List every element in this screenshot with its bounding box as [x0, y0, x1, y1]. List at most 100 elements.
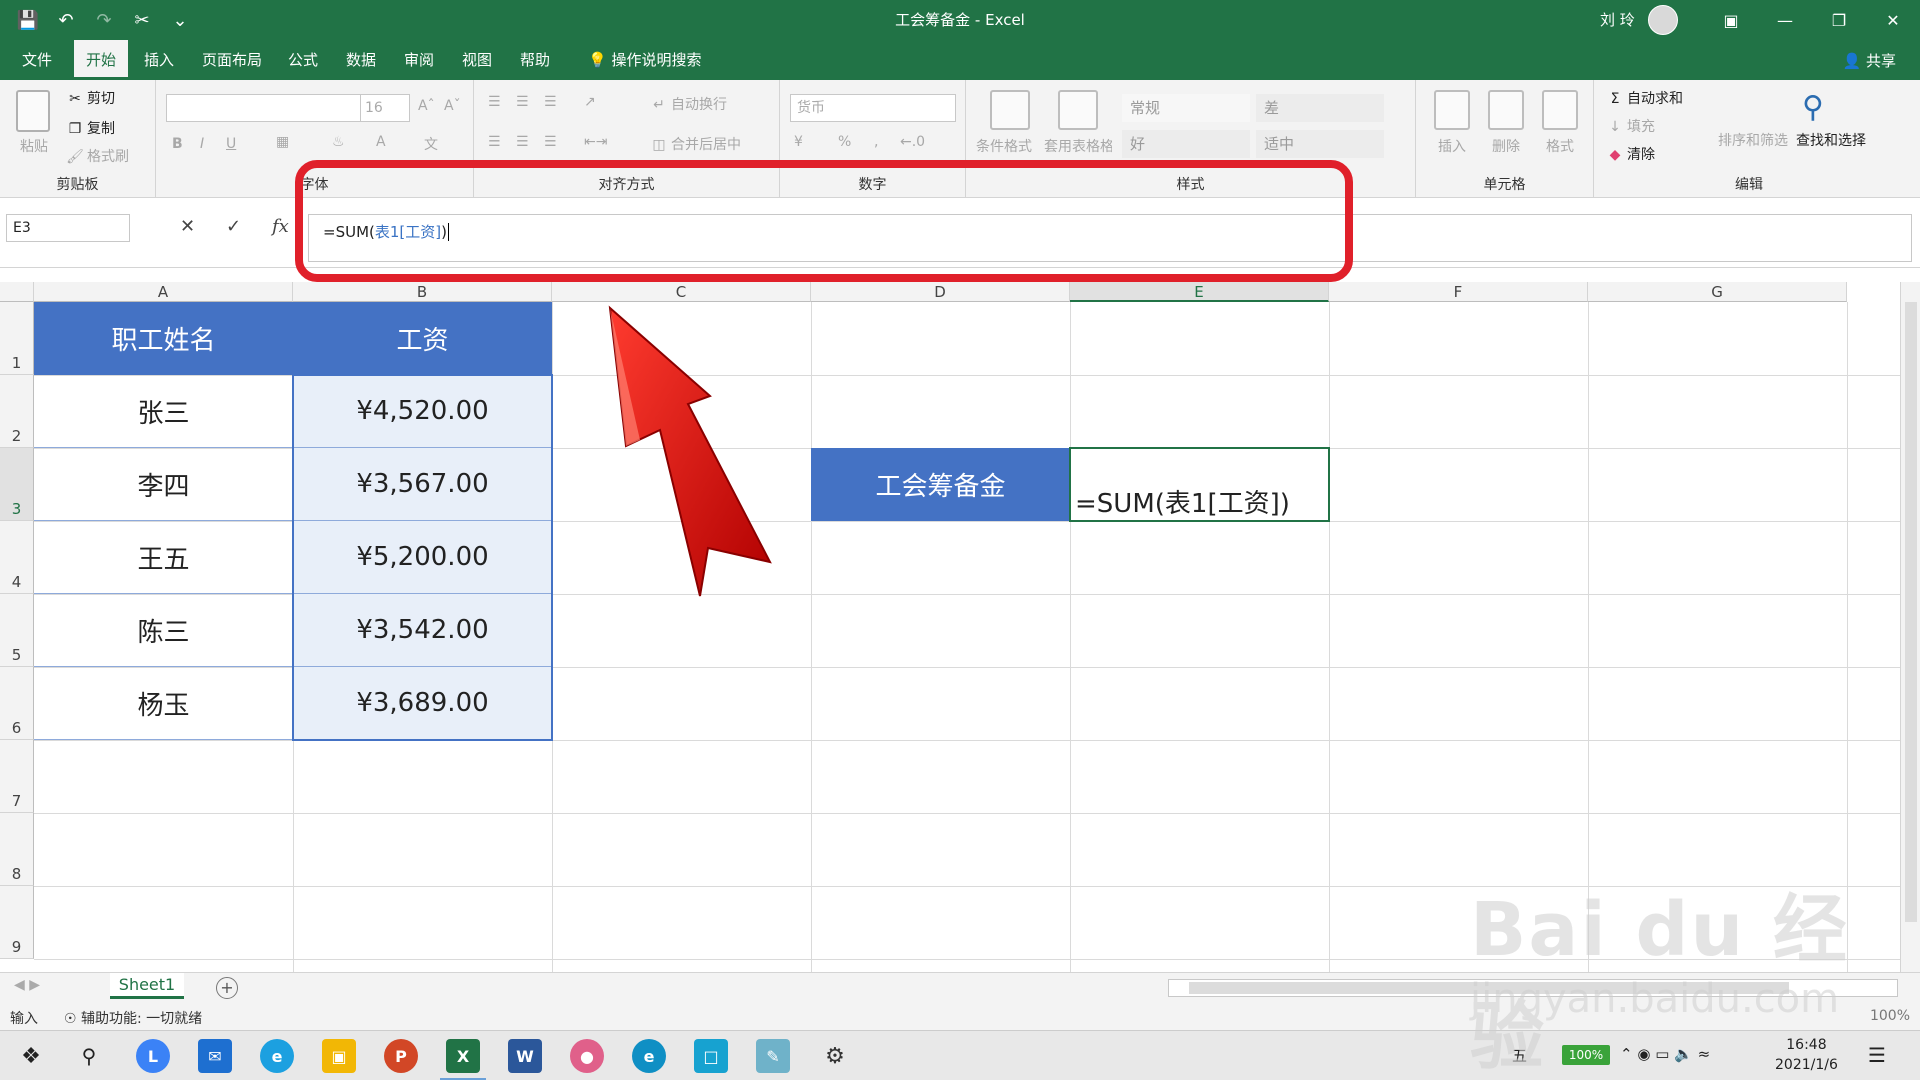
mail-icon[interactable]: ✉ — [198, 1039, 232, 1073]
column-header-b[interactable]: B — [293, 282, 552, 302]
table-header-salary[interactable]: 工资 — [293, 302, 552, 375]
row-header-5[interactable]: 5 — [0, 594, 34, 667]
tab-file[interactable]: 文件 — [10, 40, 64, 80]
ribbon-display-icon[interactable]: ▣ — [1704, 0, 1758, 40]
label-cell-d3[interactable]: 工会筹备金 — [811, 448, 1070, 521]
align-center-icon[interactable]: ☰ — [516, 134, 529, 150]
table-cell-name[interactable]: 李四 — [34, 448, 293, 521]
format-painter-button[interactable]: 🖌 格式刷 — [66, 146, 129, 166]
shrink-font-icon[interactable]: Aˇ — [444, 98, 461, 114]
borders-icon[interactable]: ▦ — [276, 134, 289, 150]
column-header-c[interactable]: C — [552, 282, 811, 302]
row-header-7[interactable]: 7 — [0, 740, 34, 813]
copy-button[interactable]: ❐ 复制 — [66, 118, 115, 138]
table-header-name[interactable]: 职工姓名 — [34, 302, 293, 375]
tab-help[interactable]: 帮助 — [508, 40, 562, 80]
column-header-a[interactable]: A — [34, 282, 293, 302]
align-middle-icon[interactable]: ☰ — [516, 94, 529, 110]
increase-decimal-icon[interactable]: ←.0 — [900, 134, 925, 150]
user-name[interactable]: 刘 玲 — [1600, 9, 1635, 30]
tab-insert[interactable]: 插入 — [132, 40, 186, 80]
font-size-box[interactable]: 16 — [360, 94, 410, 122]
number-format-box[interactable]: 货币 — [790, 94, 956, 122]
sheet-tab-sheet1[interactable]: Sheet1 — [110, 973, 184, 999]
enter-check-icon[interactable]: ✓ — [226, 216, 241, 237]
insert-cells-button[interactable]: 插入 — [1438, 136, 1466, 156]
tab-formulas[interactable]: 公式 — [276, 40, 330, 80]
drop-app-icon[interactable]: ● — [570, 1039, 604, 1073]
tab-view[interactable]: 视图 — [450, 40, 504, 80]
font-color-icon[interactable]: A — [376, 134, 386, 150]
settings-gear-icon[interactable]: ⚙ — [818, 1039, 852, 1073]
table-cell-name[interactable]: 陈三 — [34, 594, 293, 667]
cancel-icon[interactable]: ✕ — [180, 216, 195, 237]
align-bottom-icon[interactable]: ☰ — [544, 94, 557, 110]
percent-button[interactable]: % — [838, 134, 851, 150]
name-box[interactable]: E3 — [6, 214, 130, 242]
delete-cells-button[interactable]: 删除 — [1492, 136, 1520, 156]
sheet-nav-arrows[interactable]: ◀ ▶ — [14, 977, 40, 993]
table-cell-name[interactable]: 杨玉 — [34, 667, 293, 740]
fill-button[interactable]: ↓ 填充 — [1606, 116, 1655, 136]
select-all-corner[interactable] — [0, 282, 34, 302]
row-header-3[interactable]: 3 — [0, 448, 34, 521]
insert-function-icon[interactable]: fx — [272, 216, 289, 237]
align-top-icon[interactable]: ☰ — [488, 94, 501, 110]
column-header-d[interactable]: D — [811, 282, 1070, 302]
style-normal[interactable]: 常规 — [1122, 94, 1250, 122]
avatar[interactable] — [1648, 5, 1678, 35]
word-icon[interactable]: W — [508, 1039, 542, 1073]
file-explorer-icon[interactable]: ▣ — [322, 1039, 356, 1073]
notes-app-icon[interactable]: ✎ — [756, 1039, 790, 1073]
conditional-format-button[interactable]: 条件格式 — [976, 136, 1032, 156]
fill-color-icon[interactable]: ♨ — [332, 134, 345, 150]
row-header-1[interactable]: 1 — [0, 302, 34, 375]
app-icon-l[interactable]: L — [136, 1039, 170, 1073]
excel-icon[interactable]: X — [440, 1039, 486, 1080]
align-right-icon[interactable]: ☰ — [544, 134, 557, 150]
font-name-box[interactable] — [166, 94, 362, 122]
autosum-button[interactable]: Σ 自动求和 — [1606, 88, 1683, 108]
search-icon[interactable]: ⚲ — [72, 1039, 106, 1073]
underline-button[interactable]: U — [226, 136, 236, 152]
italic-button[interactable]: I — [200, 136, 204, 152]
orientation-icon[interactable]: ↗ — [584, 94, 596, 110]
row-header-9[interactable]: 9 — [0, 886, 34, 959]
merge-center-button[interactable]: ◫ 合并后居中 — [650, 134, 741, 154]
store-app-icon[interactable]: □ — [694, 1039, 728, 1073]
tell-me-search[interactable]: 💡 操作说明搜索 — [576, 40, 713, 80]
find-select-button[interactable]: 查找和选择 — [1796, 130, 1866, 150]
table-cell-name[interactable]: 张三 — [34, 375, 293, 448]
table-cell-name[interactable]: 王五 — [34, 521, 293, 594]
column-header-e[interactable]: E — [1070, 282, 1329, 302]
tab-home[interactable]: 开始 — [74, 40, 129, 80]
wrap-text-button[interactable]: ↵ 自动换行 — [650, 94, 727, 114]
comma-icon[interactable]: , — [874, 134, 878, 150]
tab-page-layout[interactable]: 页面布局 — [190, 40, 274, 80]
column-header-g[interactable]: G — [1588, 282, 1847, 302]
row-header-2[interactable]: 2 — [0, 375, 34, 448]
share-button[interactable]: 👤 共享 — [1843, 50, 1896, 71]
phonetic-icon[interactable]: 文 — [424, 134, 438, 154]
paste-button[interactable]: 粘贴 — [20, 136, 48, 156]
accessibility-status[interactable]: ☉ 辅助功能: 一切就绪 — [64, 1008, 202, 1028]
indent-icon[interactable]: ⇤⇥ — [584, 134, 607, 150]
style-neutral[interactable]: 适中 — [1256, 130, 1384, 158]
format-cells-button[interactable]: 格式 — [1546, 136, 1574, 156]
row-header-8[interactable]: 8 — [0, 813, 34, 886]
column-header-f[interactable]: F — [1329, 282, 1588, 302]
clear-button[interactable]: ◆ 清除 — [1606, 144, 1655, 164]
bold-button[interactable]: B — [172, 136, 183, 152]
style-good[interactable]: 好 — [1122, 130, 1250, 158]
cut-button[interactable]: ✂ 剪切 — [66, 88, 115, 108]
style-bad[interactable]: 差 — [1256, 94, 1384, 122]
currency-icon[interactable]: ¥ — [794, 134, 803, 150]
grow-font-icon[interactable]: Aˆ — [418, 98, 435, 114]
add-sheet-button[interactable]: + — [216, 977, 238, 999]
powerpoint-icon[interactable]: P — [384, 1039, 418, 1073]
browser-e-icon[interactable]: e — [260, 1039, 294, 1073]
minimize-button[interactable]: — — [1758, 0, 1812, 40]
tab-data[interactable]: 数据 — [334, 40, 388, 80]
tab-review[interactable]: 审阅 — [392, 40, 446, 80]
vertical-scroll-thumb[interactable] — [1905, 302, 1917, 922]
